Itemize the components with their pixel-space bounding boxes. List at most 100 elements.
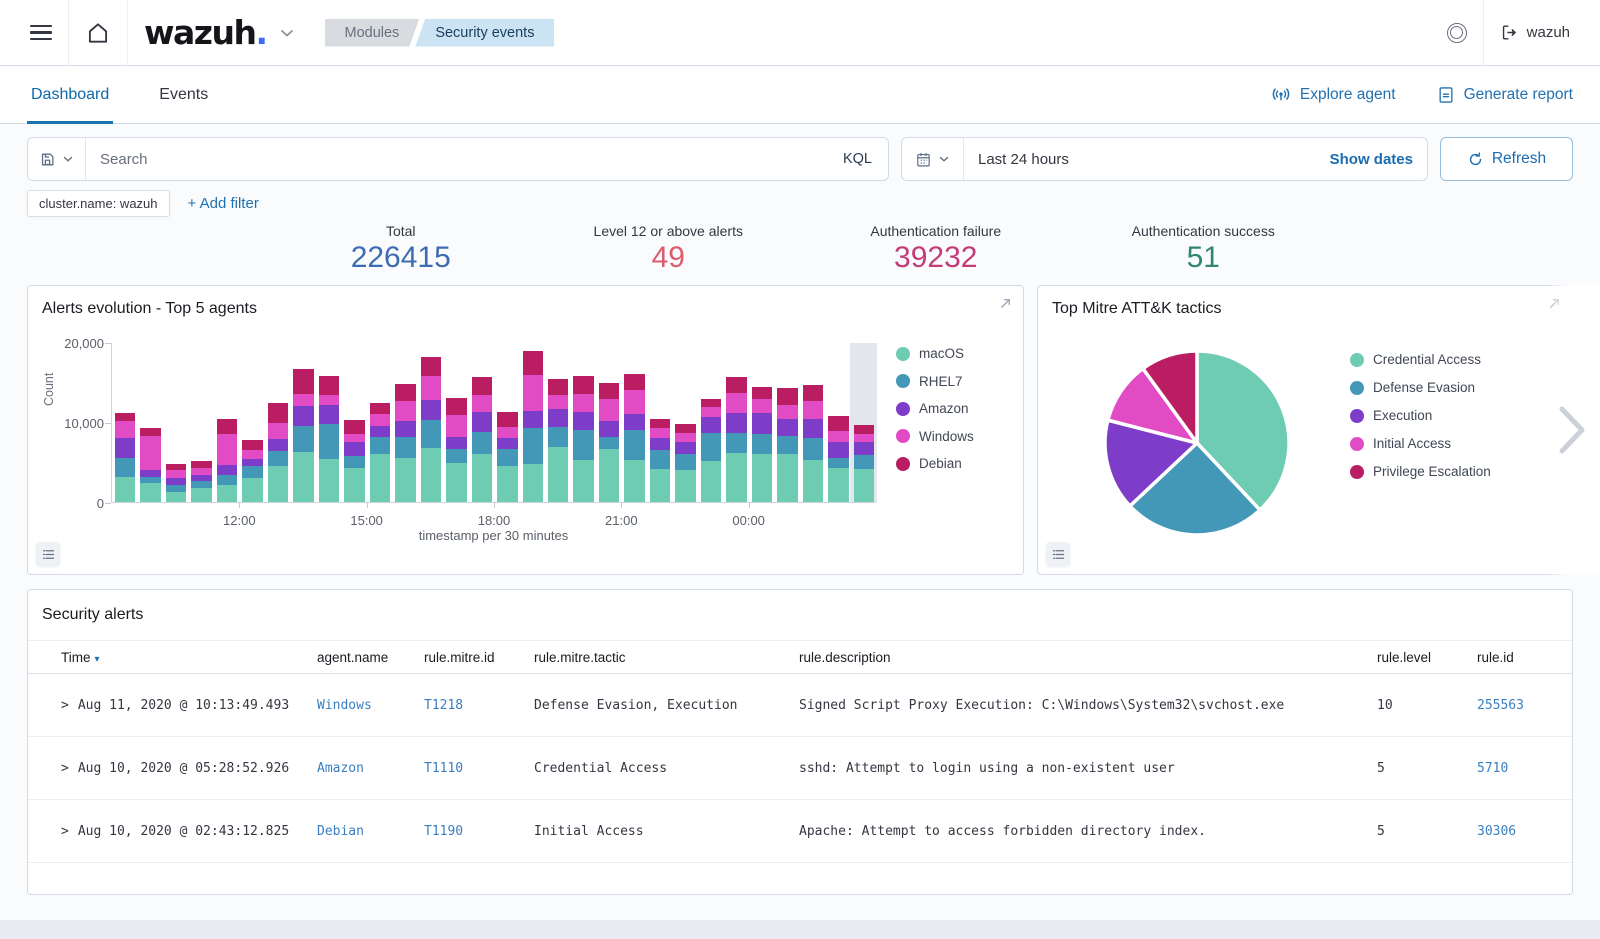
bar-segment-amazon[interactable] bbox=[675, 442, 695, 454]
search-input[interactable] bbox=[86, 151, 827, 168]
bar-segment-debian[interactable] bbox=[726, 377, 746, 393]
bar-segment-amazon[interactable] bbox=[344, 442, 364, 456]
column-header-agent-name[interactable]: agent.name bbox=[317, 650, 424, 665]
bar-segment-windows[interactable] bbox=[166, 470, 186, 478]
bar-segment-windows[interactable] bbox=[395, 401, 415, 421]
bar-segment-amazon[interactable] bbox=[777, 419, 797, 436]
bar-segment-rhel7[interactable] bbox=[752, 434, 772, 454]
bar-segment-windows[interactable] bbox=[573, 394, 593, 412]
bar-segment-rhel7[interactable] bbox=[370, 437, 390, 454]
bar-segment-rhel7[interactable] bbox=[421, 420, 441, 448]
bar-segment-amazon[interactable] bbox=[217, 465, 237, 475]
bar-segment-amazon[interactable] bbox=[650, 438, 670, 450]
rule-id-cell[interactable]: 30306 bbox=[1477, 824, 1572, 839]
bar-segment-windows[interactable] bbox=[777, 405, 797, 419]
bar-segment-macos[interactable] bbox=[115, 477, 135, 502]
bar-segment-macos[interactable] bbox=[217, 485, 237, 502]
bar-segment-windows[interactable] bbox=[472, 395, 492, 412]
bar-segment-windows[interactable] bbox=[421, 376, 441, 400]
bar-segment-amazon[interactable] bbox=[395, 421, 415, 437]
bar-segment-rhel7[interactable] bbox=[803, 438, 823, 460]
bar-segment-amazon[interactable] bbox=[548, 409, 568, 427]
bar-segment-windows[interactable] bbox=[344, 434, 364, 442]
legend-item-rhel7[interactable]: RHEL7 bbox=[896, 374, 974, 389]
bar-segment-windows[interactable] bbox=[650, 428, 670, 438]
bar-segment-rhel7[interactable] bbox=[573, 430, 593, 460]
kql-button[interactable]: KQL bbox=[827, 151, 888, 167]
bar-segment-debian[interactable] bbox=[140, 428, 160, 436]
bar-segment-amazon[interactable] bbox=[472, 412, 492, 432]
legend-item-credential-access[interactable]: Credential Access bbox=[1350, 352, 1491, 367]
bar-segment-rhel7[interactable] bbox=[446, 449, 466, 463]
bar-segment-debian[interactable] bbox=[370, 403, 390, 414]
bar-segment-debian[interactable] bbox=[599, 383, 619, 399]
bar-segment-windows[interactable] bbox=[140, 436, 160, 470]
bar-segment-amazon[interactable] bbox=[140, 470, 160, 477]
bar-segment-rhel7[interactable] bbox=[624, 430, 644, 460]
mitre-id-cell[interactable]: T1110 bbox=[424, 761, 534, 776]
bar-segment-debian[interactable] bbox=[217, 419, 237, 435]
bar-segment-windows[interactable] bbox=[726, 393, 746, 413]
bar-segment-debian[interactable] bbox=[293, 369, 313, 394]
bar-segment-macos[interactable] bbox=[828, 468, 848, 502]
bar-segment-macos[interactable] bbox=[803, 460, 823, 502]
health-status-icon[interactable] bbox=[1447, 23, 1467, 43]
bar-segment-rhel7[interactable] bbox=[242, 466, 262, 478]
bar-segment-macos[interactable] bbox=[573, 460, 593, 502]
bar-segment-rhel7[interactable] bbox=[293, 426, 313, 452]
legend-item-macos[interactable]: macOS bbox=[896, 346, 974, 361]
breadcrumb-item-security-events[interactable]: Security events bbox=[415, 19, 554, 47]
bar-segment-amazon[interactable] bbox=[701, 417, 721, 433]
bar-segment-debian[interactable] bbox=[573, 376, 593, 393]
bar-segment-amazon[interactable] bbox=[293, 406, 313, 426]
bar-segment-rhel7[interactable] bbox=[344, 456, 364, 468]
bar-segment-rhel7[interactable] bbox=[777, 436, 797, 454]
bar-segment-macos[interactable] bbox=[497, 466, 517, 502]
refresh-button[interactable]: Refresh bbox=[1440, 137, 1573, 181]
wazuh-logo[interactable]: wazuh. bbox=[144, 13, 267, 52]
bar-segment-rhel7[interactable] bbox=[497, 449, 517, 466]
tab-dashboard[interactable]: Dashboard bbox=[27, 66, 113, 124]
bar-segment-rhel7[interactable] bbox=[599, 437, 619, 449]
expand-icon[interactable] bbox=[998, 296, 1013, 311]
bar-segment-rhel7[interactable] bbox=[319, 424, 339, 459]
legend-item-initial-access[interactable]: Initial Access bbox=[1350, 436, 1491, 451]
bar-segment-windows[interactable] bbox=[523, 375, 543, 411]
bar-segment-macos[interactable] bbox=[293, 452, 313, 502]
rule-id-cell[interactable]: 255563 bbox=[1477, 698, 1572, 713]
bar-segment-macos[interactable] bbox=[395, 458, 415, 502]
bar-segment-amazon[interactable] bbox=[446, 437, 466, 449]
bar-segment-debian[interactable] bbox=[701, 399, 721, 408]
bar-segment-rhel7[interactable] bbox=[828, 458, 848, 468]
bar-segment-macos[interactable] bbox=[548, 447, 568, 502]
bar-segment-macos[interactable] bbox=[191, 488, 211, 502]
row-expand-icon[interactable]: > bbox=[61, 698, 69, 713]
bar-segment-debian[interactable] bbox=[675, 424, 695, 433]
bar-segment-debian[interactable] bbox=[752, 387, 772, 399]
column-header-rule-description[interactable]: rule.description bbox=[799, 650, 1377, 665]
bar-segment-debian[interactable] bbox=[115, 413, 135, 421]
bar-segment-rhel7[interactable] bbox=[395, 437, 415, 458]
bar-segment-macos[interactable] bbox=[319, 459, 339, 502]
bar-segment-windows[interactable] bbox=[624, 390, 644, 414]
bar-segment-macos[interactable] bbox=[166, 492, 186, 502]
bar-segment-amazon[interactable] bbox=[523, 411, 543, 428]
column-header-rule-mitre-id[interactable]: rule.mitre.id bbox=[424, 650, 534, 665]
bar-segment-macos[interactable] bbox=[446, 463, 466, 502]
filter-pill[interactable]: cluster.name: wazuh bbox=[27, 190, 170, 217]
bar-segment-amazon[interactable] bbox=[854, 442, 874, 455]
bar-segment-amazon[interactable] bbox=[115, 438, 135, 459]
row-expand-icon[interactable]: > bbox=[61, 761, 69, 776]
bar-segment-debian[interactable] bbox=[344, 420, 364, 434]
tab-events[interactable]: Events bbox=[155, 66, 212, 124]
bar-segment-macos[interactable] bbox=[472, 454, 492, 502]
bar-segment-amazon[interactable] bbox=[573, 412, 593, 429]
bar-segment-rhel7[interactable] bbox=[523, 428, 543, 464]
bar-segment-windows[interactable] bbox=[599, 399, 619, 421]
bar-segment-macos[interactable] bbox=[140, 483, 160, 502]
bar-segment-debian[interactable] bbox=[777, 388, 797, 405]
bar-segment-rhel7[interactable] bbox=[650, 450, 670, 468]
bar-segment-macos[interactable] bbox=[854, 469, 874, 502]
inspect-button[interactable] bbox=[36, 542, 60, 566]
bar-segment-windows[interactable] bbox=[497, 427, 517, 439]
